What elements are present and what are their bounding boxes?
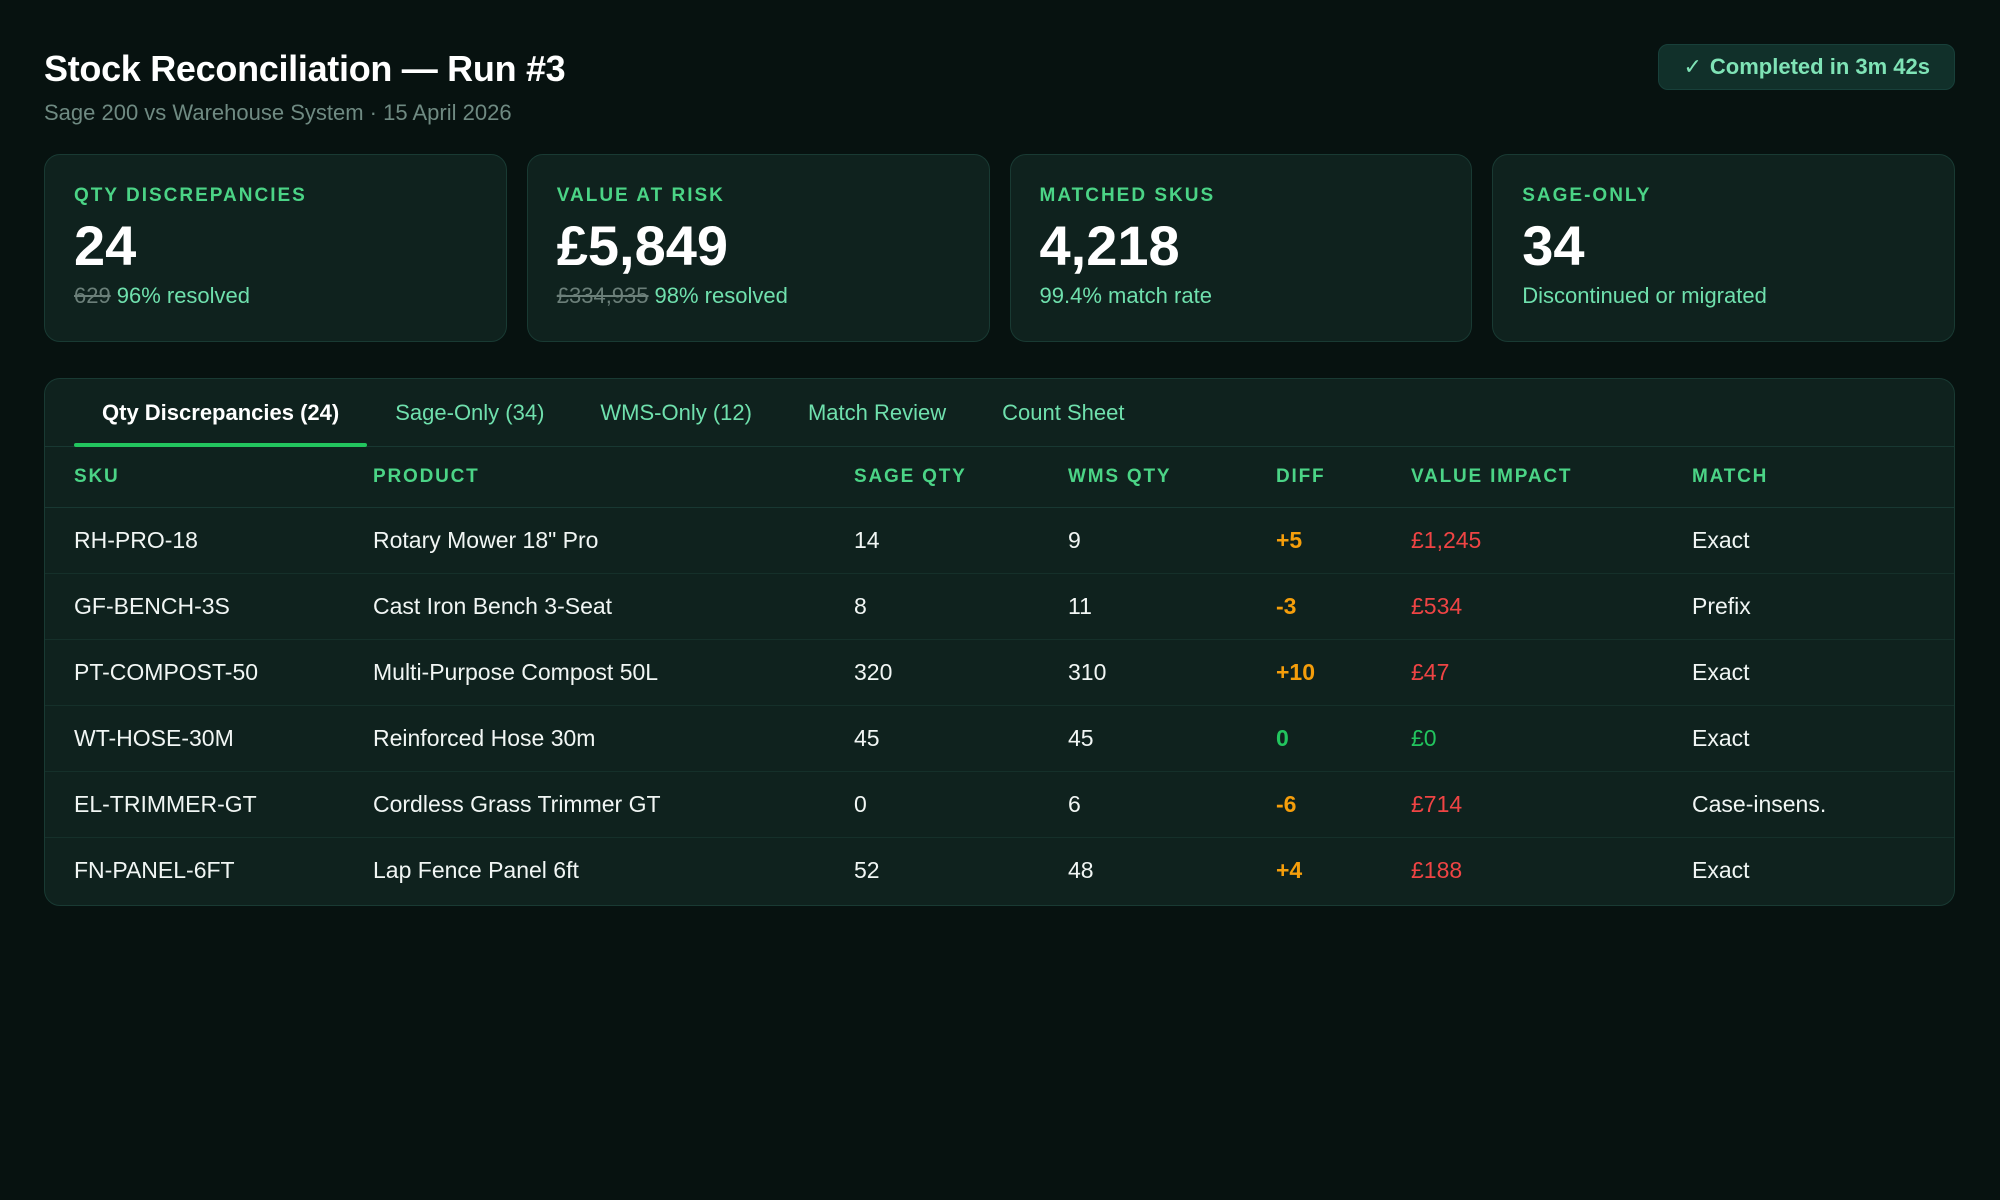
- kpi-previous: 629: [74, 283, 111, 308]
- sku-cell: FN-PANEL-6FT: [74, 856, 235, 883]
- sku-cell: GF-BENCH-3S: [45, 573, 373, 640]
- tab-match-review[interactable]: Match Review: [780, 379, 974, 447]
- product-cell: Reinforced Hose 30m: [373, 705, 854, 772]
- table-row[interactable]: PT-COMPOST-50 Multi-Purpose Compost 50L …: [45, 639, 1954, 706]
- table-row[interactable]: GF-BENCH-3S Cast Iron Bench 3-Seat 8 11 …: [45, 573, 1954, 640]
- kpi-note: 98% resolved: [654, 283, 788, 308]
- wms-qty-cell: 11: [1068, 573, 1276, 640]
- value-impact-cell: £714: [1411, 771, 1692, 838]
- match-cell: Case-insens.: [1692, 771, 1954, 838]
- table-header-row: SKU PRODUCT SAGE QTY WMS QTY DIFF VALUE …: [45, 447, 1954, 508]
- kpi-value: 4,218: [1039, 214, 1180, 277]
- kpi-sub: 629 96% resolved: [74, 283, 477, 309]
- kpi-previous: £334,935: [556, 283, 649, 308]
- status-badge: ✓ Completed in 3m 42s: [1658, 44, 1955, 90]
- wms-qty-cell: 9: [1068, 507, 1276, 574]
- kpi-value: £5,849: [556, 214, 729, 277]
- value-impact-cell: £188: [1411, 856, 1463, 883]
- title-block: Stock Reconciliation — Run #3 Sage 200 v…: [44, 44, 566, 126]
- product-cell: Cordless Grass Trimmer GT: [373, 771, 854, 838]
- discrepancy-panel: Qty Discrepancies (24) Sage-Only (34) WM…: [44, 378, 1955, 906]
- table-row[interactable]: RH-PRO-18 Rotary Mower 18" Pro 14 9 +5 £…: [45, 507, 1954, 574]
- sage-qty-cell: 8: [854, 573, 1068, 640]
- value-impact-cell: £1,245: [1411, 507, 1692, 574]
- match-cell: Exact: [1692, 639, 1954, 706]
- sage-qty-cell: 45: [854, 705, 1068, 772]
- check-icon: ✓: [1683, 54, 1702, 79]
- sage-qty-cell: 320: [854, 639, 1068, 706]
- value-impact-cell: £0: [1411, 705, 1692, 772]
- value-impact-cell: £534: [1411, 573, 1692, 640]
- page-title: Stock Reconciliation — Run #3: [44, 48, 566, 89]
- tab-bar: Qty Discrepancies (24) Sage-Only (34) WM…: [45, 379, 1954, 447]
- match-cell: Exact: [1692, 856, 1750, 883]
- table-row[interactable]: EL-TRIMMER-GT Cordless Grass Trimmer GT …: [45, 771, 1954, 838]
- discrepancy-table: SKU PRODUCT SAGE QTY WMS QTY DIFF VALUE …: [45, 447, 1954, 903]
- match-cell: Exact: [1692, 507, 1954, 574]
- tab-count-sheet[interactable]: Count Sheet: [974, 379, 1152, 447]
- status-text: Completed in 3m 42s: [1709, 54, 1930, 79]
- diff-cell: 0: [1276, 705, 1411, 772]
- sku-cell: EL-TRIMMER-GT: [45, 771, 373, 838]
- wms-qty-cell: 45: [1068, 705, 1276, 772]
- kpi-value: 24: [74, 214, 137, 277]
- sku-cell: PT-COMPOST-50: [45, 639, 373, 706]
- kpi-note: 96% resolved: [116, 283, 251, 308]
- wms-qty-cell: 310: [1068, 639, 1276, 706]
- column-header-value-impact[interactable]: VALUE IMPACT: [1411, 447, 1692, 508]
- diff-cell: +10: [1276, 639, 1411, 706]
- kpi-note: 99.4% match rate: [1039, 283, 1212, 308]
- kpi-note: Discontinued or migrated: [1522, 283, 1767, 308]
- table-row[interactable]: WT-HOSE-30M Reinforced Hose 30m 45 45 0 …: [45, 705, 1954, 772]
- column-header-product[interactable]: PRODUCT: [373, 447, 854, 508]
- tab-sage-only[interactable]: Sage-Only (34): [367, 379, 572, 447]
- diff-cell: +5: [1276, 507, 1411, 574]
- sage-qty-cell: 52: [854, 856, 880, 883]
- kpi-label: MATCHED SKUS: [1039, 185, 1216, 206]
- value-impact-cell: £47: [1411, 639, 1692, 706]
- kpi-card-matched-skus: MATCHED SKUS 4,218 99.4% match rate: [1009, 154, 1473, 342]
- diff-cell: +4: [1276, 856, 1303, 883]
- column-header-diff[interactable]: DIFF: [1276, 447, 1411, 508]
- diff-cell: -3: [1276, 573, 1411, 640]
- diff-cell: -6: [1276, 771, 1411, 838]
- match-cell: Exact: [1692, 705, 1954, 772]
- kpi-row: QTY DISCREPANCIES 24 629 96% resolved VAL…: [44, 154, 1955, 342]
- column-header-match[interactable]: MATCH: [1692, 447, 1954, 508]
- product-cell: Lap Fence Panel 6ft: [373, 856, 579, 883]
- kpi-card-sage-only: SAGE-ONLY 34 Discontinued or migrated: [1492, 154, 1955, 342]
- kpi-label: SAGE-ONLY: [1522, 185, 1652, 206]
- page-subtitle: Sage 200 vs Warehouse System · 15 April …: [44, 100, 512, 125]
- wms-qty-cell: 6: [1068, 771, 1276, 838]
- kpi-label: QTY DISCREPANCIES: [74, 185, 307, 206]
- tab-wms-only[interactable]: WMS-Only (12): [572, 379, 780, 447]
- kpi-card-qty-discrepancies: QTY DISCREPANCIES 24 629 96% resolved: [44, 154, 507, 342]
- header: Stock Reconciliation — Run #3 Sage 200 v…: [44, 44, 1955, 154]
- product-cell: Rotary Mower 18" Pro: [373, 507, 854, 574]
- kpi-value: 34: [1522, 214, 1585, 277]
- product-cell: Multi-Purpose Compost 50L: [373, 639, 854, 706]
- sku-cell: WT-HOSE-30M: [45, 705, 373, 772]
- column-header-sage-qty[interactable]: SAGE QTY: [854, 447, 1068, 508]
- sage-qty-cell: 0: [854, 771, 1068, 838]
- kpi-label: VALUE AT RISK: [556, 185, 725, 206]
- table-row[interactable]: FN-PANEL-6FT Lap Fence Panel 6ft 52 48 +…: [45, 837, 1954, 903]
- wms-qty-cell: 48: [1068, 856, 1094, 883]
- sku-cell: RH-PRO-18: [45, 507, 373, 574]
- product-cell: Cast Iron Bench 3-Seat: [373, 573, 854, 640]
- kpi-card-value-at-risk: VALUE AT RISK £5,849 £334,935 98% resolve…: [526, 154, 990, 342]
- kpi-sub: £334,935 98% resolved: [557, 283, 960, 309]
- match-cell: Prefix: [1692, 573, 1954, 640]
- sage-qty-cell: 14: [854, 507, 1068, 574]
- column-header-wms-qty[interactable]: WMS QTY: [1068, 447, 1276, 508]
- column-header-sku[interactable]: SKU: [45, 447, 373, 508]
- tab-qty-discrepancies[interactable]: Qty Discrepancies (24): [74, 379, 368, 447]
- page: Stock Reconciliation — Run #3 Sage 200 v…: [0, 0, 2000, 1200]
